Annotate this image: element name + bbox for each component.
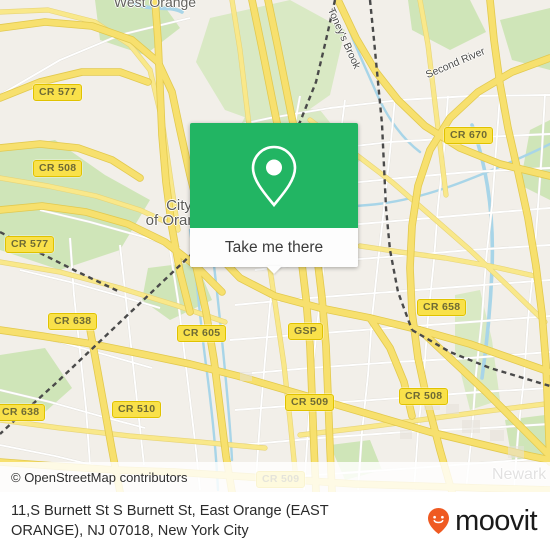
road-shield-cr-508-north[interactable]: CR 508	[33, 160, 83, 177]
location-popup-card[interactable]: Take me there	[190, 123, 358, 274]
popup-icon-area	[190, 123, 358, 228]
map-canvas[interactable]: .pk { fill:#cfe5b8; } .pk2 { fill:#d9e9c…	[0, 0, 550, 492]
road-shield-cr-577-north[interactable]: CR 577	[33, 84, 83, 101]
moovit-logo[interactable]: moovit	[427, 504, 550, 537]
road-shield-cr-605[interactable]: CR 605	[177, 325, 227, 342]
map-label-west-orange: West Orange	[113, 0, 197, 10]
take-me-there-button[interactable]: Take me there	[190, 228, 358, 274]
road-shield-cr-577-west[interactable]: CR 577	[5, 236, 55, 253]
moovit-pin-icon	[427, 507, 450, 535]
map-attribution-bar: © OpenStreetMap contributors	[0, 462, 550, 492]
take-me-there-label: Take me there	[224, 238, 324, 256]
road-shield-cr-510[interactable]: CR 510	[112, 401, 162, 418]
road-shield-cr-670[interactable]: CR 670	[444, 127, 494, 144]
address-text: 11,S Burnett St S Burnett St, East Orang…	[11, 503, 329, 539]
app-screen: .pk { fill:#cfe5b8; } .pk2 { fill:#d9e9c…	[0, 0, 550, 550]
road-shield-gsp[interactable]: GSP	[288, 323, 324, 340]
road-shield-cr-509-mid[interactable]: CR 509	[285, 394, 335, 411]
road-shield-cr-658[interactable]: CR 658	[417, 299, 467, 316]
moovit-wordmark: moovit	[455, 504, 537, 537]
map-pin-icon	[251, 145, 297, 207]
road-shield-cr-508-south[interactable]: CR 508	[399, 388, 449, 405]
road-shield-cr-638[interactable]: CR 638	[48, 313, 98, 330]
bottom-info-bar: 11,S Burnett St S Burnett St, East Orang…	[0, 492, 550, 550]
popup-pointer-tail	[266, 266, 282, 274]
road-shield-cr-638-southwest[interactable]: CR 638	[0, 404, 46, 421]
osm-attribution-text[interactable]: © OpenStreetMap contributors	[0, 470, 188, 485]
